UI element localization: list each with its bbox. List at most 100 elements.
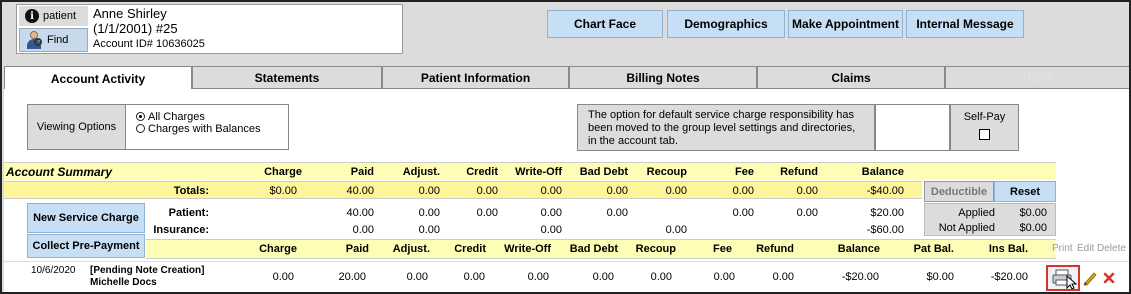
col-recoup: Recoup [646,166,687,178]
col-refund: Refund [780,166,818,178]
totals-paid: 40.00 [346,185,374,197]
insurance-recoup: 0.00 [665,224,687,236]
patient-name: Anne Shirley [93,6,167,21]
account-activity-panel: Viewing Options All Charges Charges with… [4,89,1129,292]
tab-claims[interactable]: Claims [757,66,945,89]
patient-credit: 0.00 [476,207,498,219]
tab-account-activity[interactable]: Account Activity [4,66,192,90]
totals-write-off: 0.00 [540,185,562,197]
find-patient-button[interactable]: Find [19,28,88,52]
row-provider: Michelle Docs [90,277,157,288]
hdr-paid: Paid [345,243,369,255]
patient-paid: 40.00 [346,207,374,219]
hdr-credit: Credit [454,243,486,255]
viewing-options-label: Viewing Options [28,105,126,149]
insurance-write-off: 0.00 [540,224,562,236]
info-icon: i [25,9,39,23]
totals-balance: -$40.00 [866,185,904,197]
delete-x-icon[interactable] [1103,272,1115,284]
totals-credit: 0.00 [476,185,498,197]
totals-label: Totals: [173,185,209,197]
row-fee: 0.00 [713,271,735,283]
row-paid: 20.00 [338,271,366,283]
notice-blank-cell [875,104,950,151]
app-window: i patient Find Anne Shirley (1/1/2001) #… [0,0,1131,294]
radio-all-charges[interactable]: All Charges [136,111,261,123]
tab-patient-information[interactable]: Patient Information [382,66,569,89]
insurance-adjust: 0.00 [418,224,440,236]
patient-label: patient [43,10,77,22]
tab-billing-notes[interactable]: Billing Notes [569,66,757,89]
row-write-off: 0.00 [527,271,549,283]
tab-ub04[interactable]: UB04 [945,66,1129,89]
row-credit: 0.00 [463,271,485,283]
insurance-paid: 0.00 [352,224,374,236]
hdr-edit: Edit [1077,243,1095,254]
patient-fee: 0.00 [732,207,754,219]
patient-summary-row: Patient: 40.00 0.00 0.00 0.00 0.00 0.00 … [4,204,922,222]
viewing-options: Viewing Options All Charges Charges with… [27,104,289,150]
patient-write-off: 0.00 [540,207,562,219]
chart-face-button[interactable]: Chart Face [547,10,663,38]
hdr-fee: Fee [713,243,732,255]
col-fee: Fee [735,166,754,178]
make-appointment-button[interactable]: Make Appointment [788,10,903,38]
row-date: 10/6/2020 [31,265,76,276]
col-charge: Charge [264,166,302,178]
tab-bar: Account Activity Statements Patient Info… [2,66,1129,90]
row-balance: -$20.00 [841,271,879,283]
not-applied-label: Not Applied [938,222,995,234]
hdr-pat-bal: Pat Bal. [913,243,954,255]
row-ins-bal: -$20.00 [990,271,1028,283]
self-pay-checkbox[interactable] [979,129,990,140]
hdr-refund: Refund [756,243,794,255]
tab-statements[interactable]: Statements [192,66,382,89]
deductible-panel: Applied $0.00 Not Applied $0.00 [924,203,1056,236]
totals-fee: 0.00 [732,185,754,197]
insurance-balance: -$60.00 [866,224,904,236]
responsibility-notice: The option for default service charge re… [577,104,875,151]
demographics-button[interactable]: Demographics [667,10,785,38]
print-button[interactable] [1046,265,1080,291]
charges-with-balances-label: Charges with Balances [148,123,261,135]
radio-selected-icon [136,112,145,121]
all-charges-label: All Charges [148,111,205,123]
applied-value: $0.00 [1019,207,1047,219]
applied-label: Applied [958,207,995,219]
row-refund: 0.00 [772,271,794,283]
col-bad-debt: Bad Debt [579,166,628,178]
patient-panel: i patient Find Anne Shirley (1/1/2001) #… [16,4,403,54]
deductible-button[interactable]: Deductible [924,181,994,202]
find-person-icon [25,30,43,50]
row-description: [Pending Note Creation] [90,265,205,276]
totals-recoup: 0.00 [665,185,687,197]
hdr-ins-bal: Ins Bal. [988,243,1028,255]
charges-header-row: Charge Paid Adjust. Credit Write-Off Bad… [146,239,1056,259]
totals-row: Totals: $0.00 40.00 0.00 0.00 0.00 0.00 … [4,181,922,199]
internal-message-button[interactable]: Internal Message [906,10,1024,38]
summary-header-row: Account Summary Charge Paid Adjust. Cred… [4,162,1056,180]
patient-row-label: Patient: [168,207,209,219]
totals-charge: $0.00 [269,185,297,197]
hdr-delete: Delete [1097,243,1126,254]
patient-bad-debt: 0.00 [606,207,628,219]
not-applied-value: $0.00 [1019,222,1047,234]
account-id: Account ID# 10636025 [93,38,205,50]
reset-button[interactable]: Reset [994,181,1056,202]
edit-pencil-icon[interactable] [1082,270,1098,286]
radio-charges-with-balances[interactable]: Charges with Balances [136,123,261,135]
account-summary-title: Account Summary [6,165,113,179]
hdr-charge: Charge [259,243,297,255]
table-row[interactable]: 10/6/2020 [Pending Note Creation] Michel… [4,261,1129,292]
patient-refund: 0.00 [796,207,818,219]
col-write-off: Write-Off [515,166,562,178]
printer-icon [1052,269,1078,290]
find-label: Find [47,34,69,46]
self-pay: Self-Pay [950,104,1019,151]
patient-info-button[interactable]: i patient [19,6,88,26]
row-charge: 0.00 [272,271,294,283]
col-paid: Paid [350,166,374,178]
patient-dob: (1/1/2001) #25 [93,21,178,36]
action-headers: Print Edit Delete [1052,239,1129,259]
hdr-balance: Balance [837,243,880,255]
